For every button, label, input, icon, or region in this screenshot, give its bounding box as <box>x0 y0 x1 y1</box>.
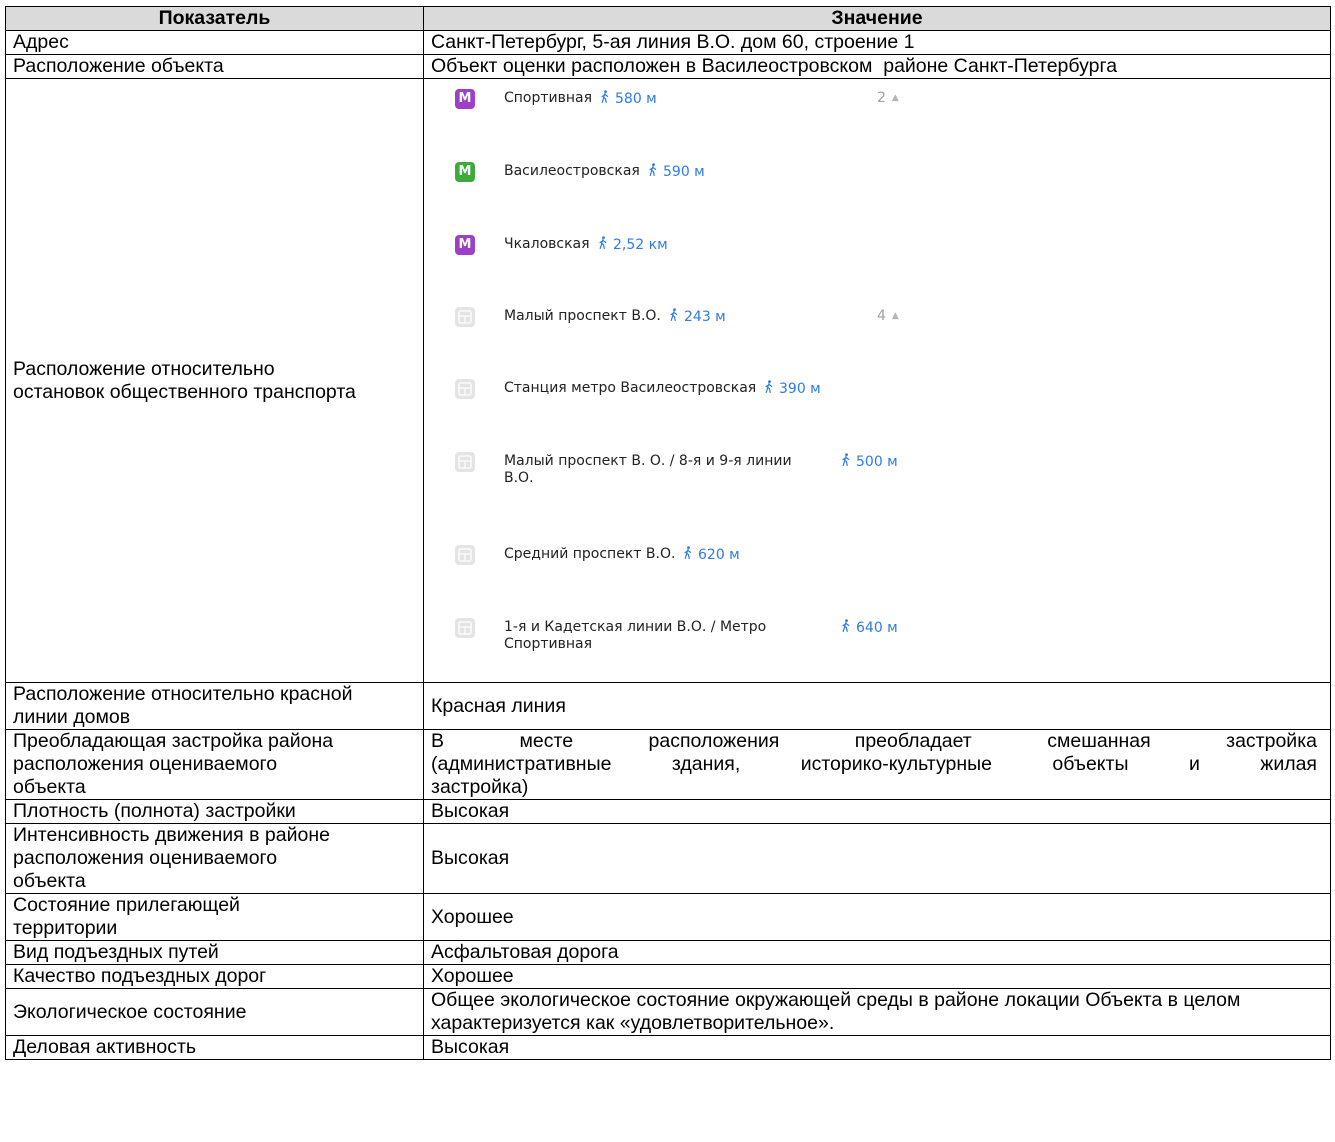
transport-stop-item[interactable]: М Чкаловская 2,52 км <box>431 235 1317 275</box>
access-type-label: Вид подъездных путей <box>5 940 424 965</box>
location-value: Объект оценки расположен в Василеостровс… <box>423 54 1331 79</box>
routes-count: 4 <box>877 308 886 324</box>
transport-stop-distance: 620 м <box>683 546 740 564</box>
table-row: Расположение объекта Объект оценки распо… <box>5 54 1331 79</box>
transport-stop-item[interactable]: Станция метро Василеостровская 390 м <box>431 379 1317 419</box>
bus-stop-icon <box>455 379 475 399</box>
transport-stop-name: Малый проспект В.О. <box>504 308 661 324</box>
transport-stop-distance-value: 640 м <box>856 620 898 636</box>
table-row: Экологическое состояние Общее экологичес… <box>5 988 1331 1036</box>
development-value-line: застройка) <box>431 776 529 798</box>
chevron-up-icon: ▲ <box>891 93 899 103</box>
table-row: Расположение относительно остановок обще… <box>5 78 1331 683</box>
table-row: Интенсивность движения в районе располож… <box>5 823 1331 894</box>
header-indicator: Показатель <box>5 6 424 31</box>
red-line-value: Красная линия <box>423 682 1331 730</box>
territory-value: Хорошее <box>423 893 1331 941</box>
table-row: Расположение относительно красной линии … <box>5 682 1331 730</box>
transport-stop-item[interactable]: Средний проспект В.О. 620 м <box>431 545 1317 585</box>
transport-stop-distance-value: 500 м <box>856 454 898 470</box>
walking-person-icon <box>669 308 679 326</box>
transport-stop-name: Чкаловская <box>504 236 590 252</box>
bus-stop-icon <box>455 307 475 327</box>
road-quality-value: Хорошее <box>423 964 1331 989</box>
walking-person-icon <box>683 546 693 564</box>
walking-person-icon <box>648 163 658 181</box>
walking-person-icon <box>841 619 851 637</box>
transport-label: Расположение относительно остановок обще… <box>5 78 424 683</box>
bus-stop-icon <box>455 545 475 565</box>
transport-stop-list: М Спортивная 580 м 2 ▲ М Василеостровская 590 м… <box>431 79 1317 682</box>
transport-stop-distance: 390 м <box>764 380 821 398</box>
transport-stop-item[interactable]: 1-я и Кадетская линии В.О. / Метро Спорт… <box>431 618 1317 658</box>
development-value: В месте расположения преобладает смешанн… <box>423 729 1331 800</box>
metro-icon: М <box>455 235 475 255</box>
ecology-label: Экологическое состояние <box>5 988 424 1036</box>
routes-count: 2 <box>877 90 886 106</box>
chevron-up-icon: ▲ <box>891 311 899 321</box>
access-type-value: Асфальтовая дорога <box>423 940 1331 965</box>
metro-icon: М <box>455 162 475 182</box>
address-value: Санкт-Петербург, 5-ая линия В.О. дом 60,… <box>423 30 1331 55</box>
development-label: Преобладающая застройка района расположе… <box>5 729 424 800</box>
red-line-label: Расположение относительно красной линии … <box>5 682 424 730</box>
territory-label: Состояние прилегающей территории <box>5 893 424 941</box>
transport-stop-distance: 500 м <box>841 453 898 471</box>
transport-stop-name: Малый проспект В. О. / 8-я и 9-я линии В… <box>504 453 792 486</box>
bus-stop-icon <box>455 618 475 638</box>
business-label: Деловая активность <box>5 1035 424 1060</box>
transport-stop-distance: 640 м <box>841 619 898 637</box>
walking-person-icon <box>600 90 610 108</box>
table-row: Вид подъездных путей Асфальтовая дорога <box>5 940 1331 965</box>
bus-stop-icon <box>455 452 475 472</box>
table-row: Плотность (полнота) застройки Высокая <box>5 799 1331 824</box>
header-value: Значение <box>423 6 1331 31</box>
routes-count-toggle[interactable]: 2 ▲ <box>877 90 899 107</box>
walking-person-icon <box>598 236 608 254</box>
table-row: Преобладающая застройка района расположе… <box>5 729 1331 800</box>
transport-stop-item[interactable]: Малый проспект В.О. 243 м 4 ▲ <box>431 307 1317 347</box>
transport-stop-distance-value: 390 м <box>779 381 821 397</box>
metro-icon: М <box>455 89 475 109</box>
transport-stop-item[interactable]: М Василеостровская 590 м <box>431 162 1317 202</box>
property-characteristics-table: Показатель Значение Адрес Санкт-Петербур… <box>5 6 1331 1060</box>
transport-stop-distance-value: 620 м <box>698 547 740 563</box>
table-header-row: Показатель Значение <box>5 6 1331 31</box>
transport-stop-distance: 590 м <box>648 163 705 181</box>
ecology-value: Общее экологическое состояние окружающей… <box>423 988 1331 1036</box>
transport-stops-cell: М Спортивная 580 м 2 ▲ М Василеостровская 590 м… <box>423 78 1331 683</box>
transport-stop-item[interactable]: М Спортивная 580 м 2 ▲ <box>431 89 1317 129</box>
transport-stop-distance-value: 580 м <box>615 91 657 107</box>
business-value: Высокая <box>423 1035 1331 1060</box>
density-label: Плотность (полнота) застройки <box>5 799 424 824</box>
walking-person-icon <box>841 453 851 471</box>
transport-stop-distance-value: 2,52 км <box>613 237 668 253</box>
transport-stop-distance-value: 590 м <box>663 164 705 180</box>
table-row: Качество подъездных дорог Хорошее <box>5 964 1331 989</box>
development-value-line: (административные здания, историко-культ… <box>431 753 1317 775</box>
transport-stop-name: Василеостровская <box>504 163 640 179</box>
walking-person-icon <box>764 380 774 398</box>
transport-stop-name: Спортивная <box>504 90 593 106</box>
address-label: Адрес <box>5 30 424 55</box>
development-value-line: В месте расположения преобладает смешанн… <box>431 730 1317 752</box>
transport-stop-distance: 580 м <box>600 90 657 108</box>
routes-count-toggle[interactable]: 4 ▲ <box>877 308 899 325</box>
table-row: Деловая активность Высокая <box>5 1035 1331 1060</box>
transport-stop-name: Станция метро Василеостровская <box>504 380 757 396</box>
transport-stop-distance: 243 м <box>669 308 726 326</box>
transport-stop-distance-value: 243 м <box>684 309 726 325</box>
traffic-label: Интенсивность движения в районе располож… <box>5 823 424 894</box>
table-row: Состояние прилегающей территории Хорошее <box>5 893 1331 941</box>
transport-stop-name: Средний проспект В.О. <box>504 546 676 562</box>
road-quality-label: Качество подъездных дорог <box>5 964 424 989</box>
location-label: Расположение объекта <box>5 54 424 79</box>
transport-stop-item[interactable]: Малый проспект В. О. / 8-я и 9-я линии В… <box>431 452 1317 492</box>
transport-stop-name: 1-я и Кадетская линии В.О. / Метро Спорт… <box>504 619 767 652</box>
table-row: Адрес Санкт-Петербург, 5-ая линия В.О. д… <box>5 30 1331 55</box>
traffic-value: Высокая <box>423 823 1331 894</box>
transport-stop-distance: 2,52 км <box>598 236 668 254</box>
density-value: Высокая <box>423 799 1331 824</box>
